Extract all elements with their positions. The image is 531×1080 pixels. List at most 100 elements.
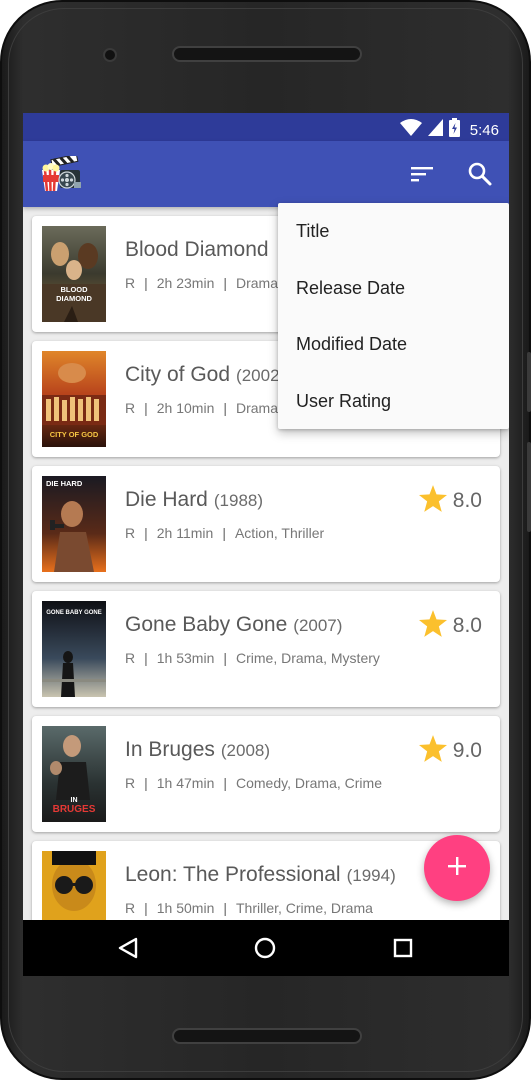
star-icon <box>418 735 447 767</box>
movie-title: Die Hard <box>125 488 208 511</box>
star-icon <box>418 485 447 517</box>
meta-separator: | <box>222 525 226 541</box>
sort-menu: Title Release Date Modified Date User Ra… <box>278 203 509 429</box>
user-rating: 8.0 <box>418 485 482 517</box>
movie-meta: R | 1h 53min | Crime, Drama, Mystery <box>125 650 380 666</box>
meta-separator: | <box>144 775 148 791</box>
movie-title: Gone Baby Gone <box>125 613 288 636</box>
meta-separator: | <box>144 400 148 416</box>
recent-apps-icon[interactable] <box>393 938 413 963</box>
movie-year: (1994) <box>346 866 396 885</box>
rating-value: 8.0 <box>452 489 482 512</box>
movie-title: Leon: The Professional <box>125 863 341 886</box>
meta-separator: | <box>223 650 227 666</box>
meta-separator: | <box>144 900 148 916</box>
front-camera <box>103 48 117 62</box>
user-rating: 8.0 <box>418 610 482 642</box>
signal-icon <box>427 119 443 141</box>
home-icon[interactable] <box>254 937 276 964</box>
movie-meta: R | 2h 10min | Drama <box>125 400 278 416</box>
genres: Drama <box>236 400 279 416</box>
sort-icon <box>409 167 435 191</box>
rating-value: 8.0 <box>452 614 482 637</box>
runtime: 1h 50min <box>156 900 215 916</box>
movie-year: (2008) <box>220 741 271 760</box>
poster-caption: IN <box>71 797 78 804</box>
movie-title: City of God <box>125 363 231 386</box>
movie-poster: GONE BABY GONE <box>42 601 106 697</box>
screen: 5:46 BLOOD DIAMOND Blood Diamond R | 2h … <box>23 113 509 976</box>
movie-year: (2002 <box>236 366 280 385</box>
add-movie-button[interactable] <box>424 835 490 901</box>
movie-title-row: Blood Diamond <box>125 238 275 262</box>
sort-menu-item-user-rating[interactable]: User Rating <box>278 373 509 430</box>
mpaa-rating: R <box>125 400 136 416</box>
star-icon <box>418 610 447 642</box>
battery-charging-icon <box>448 118 460 142</box>
runtime: 1h 53min <box>156 650 215 666</box>
poster-caption: GONE BABY GONE <box>46 610 102 616</box>
movie-card[interactable]: DIE HARD Die Hard (1988) R | 2h 11min | Actio… <box>32 466 500 582</box>
meta-separator: | <box>223 275 227 291</box>
runtime: 2h 10min <box>156 400 215 416</box>
sort-menu-item-release-date[interactable]: Release Date <box>278 260 509 317</box>
movie-year: (1988) <box>213 491 264 510</box>
mpaa-rating: R <box>125 525 136 541</box>
movie-poster: BLOOD DIAMOND <box>42 226 106 322</box>
status-bar: 5:46 <box>23 113 509 141</box>
movie-card[interactable]: IN BRUGES In Bruges (2008) R | 1h 47min | Com… <box>32 716 500 832</box>
power-button <box>527 442 531 532</box>
movie-poster: DIE HARD <box>42 476 106 572</box>
meta-separator: | <box>223 400 227 416</box>
runtime: 1h 47min <box>156 775 215 791</box>
poster-caption: DIAMOND <box>56 294 92 303</box>
movie-meta: R | 1h 50min | Thriller, Crime, Drama <box>125 900 373 916</box>
movie-title-row: City of God (2002 <box>125 363 280 387</box>
rating-value: 9.0 <box>452 739 482 762</box>
movie-meta: R | 2h 11min | Action, Thriller <box>125 525 324 541</box>
genres: Action, Thriller <box>234 525 325 541</box>
genres: Crime, Drama, Mystery <box>236 650 380 666</box>
status-time: 5:46 <box>469 121 499 139</box>
sort-menu-item-title[interactable]: Title <box>278 203 509 260</box>
search-button[interactable] <box>467 161 493 187</box>
mpaa-rating: R <box>125 775 136 791</box>
poster-caption: DIE HARD <box>46 479 83 488</box>
mpaa-rating: R <box>125 275 136 291</box>
movie-title-row: Leon: The Professional (1994) <box>125 863 396 887</box>
poster-caption: CITY OF GOD <box>50 430 99 439</box>
phone-frame: 5:46 BLOOD DIAMOND Blood Diamond R | 2h … <box>0 0 531 1080</box>
movie-meta: R | 1h 47min | Comedy, Drama, Crime <box>125 775 382 791</box>
bottom-speaker <box>172 1028 362 1044</box>
runtime: 2h 11min <box>156 525 214 541</box>
runtime: 2h 23min <box>156 275 215 291</box>
mpaa-rating: R <box>125 650 136 666</box>
genres: Thriller, Crime, Drama <box>236 900 373 916</box>
movie-title-row: Die Hard (1988) <box>125 488 263 512</box>
wifi-icon <box>399 119 422 141</box>
poster-caption: BLOOD <box>60 285 88 294</box>
movie-card[interactable]: GONE BABY GONE Gone Baby Gone (2007) R | 1h… <box>32 591 500 707</box>
movie-title-row: Gone Baby Gone (2007) <box>125 613 342 637</box>
search-icon <box>467 162 493 191</box>
sort-menu-item-modified-date[interactable]: Modified Date <box>278 316 509 373</box>
app-bar <box>23 141 509 207</box>
movie-title: Blood Diamond <box>125 238 269 261</box>
genres: Drama <box>236 275 279 291</box>
user-rating: 9.0 <box>418 735 482 767</box>
movie-title: In Bruges <box>125 738 215 761</box>
movie-poster: IN BRUGES <box>42 726 106 822</box>
top-speaker <box>172 46 362 62</box>
back-icon[interactable] <box>117 937 139 964</box>
mpaa-rating: R <box>125 900 136 916</box>
volume-button <box>527 352 531 412</box>
sort-button[interactable] <box>409 161 435 187</box>
movie-title-row: In Bruges (2008) <box>125 738 270 762</box>
genres: Comedy, Drama, Crime <box>236 775 382 791</box>
movie-year: (2007) <box>293 616 343 635</box>
system-nav-bar <box>23 920 509 976</box>
add-icon <box>447 856 467 881</box>
meta-separator: | <box>144 650 148 666</box>
meta-separator: | <box>144 525 148 541</box>
meta-separator: | <box>144 275 148 291</box>
